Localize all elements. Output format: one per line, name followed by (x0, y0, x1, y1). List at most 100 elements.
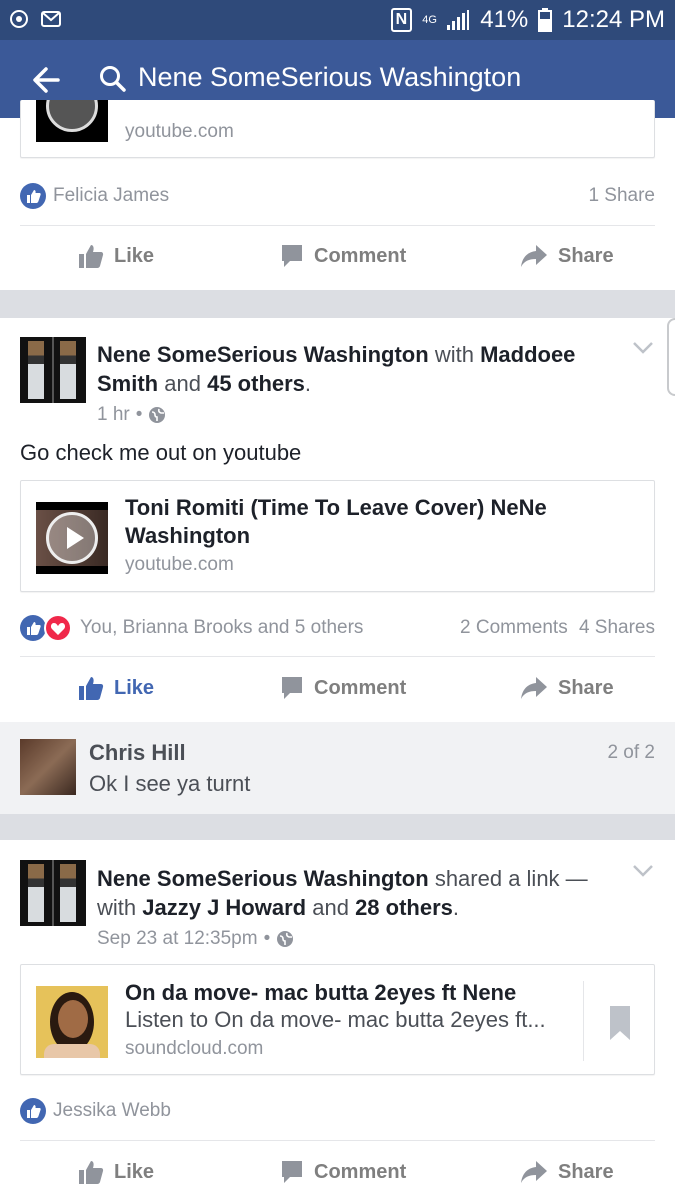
video-thumbnail (36, 502, 108, 574)
dot-separator: • (263, 928, 271, 949)
feed-separator (0, 290, 675, 318)
scroll-edge (667, 318, 675, 396)
tagged-others[interactable]: 45 others (207, 371, 305, 396)
clock: 12:24 PM (562, 6, 665, 33)
author-avatar[interactable] (20, 337, 86, 403)
link-domain: youtube.com (125, 554, 234, 575)
thumbs-up-icon (79, 1161, 104, 1184)
link-domain: youtube.com (125, 121, 234, 142)
like-button[interactable]: Like (78, 1159, 154, 1185)
share-count[interactable]: 4 Shares (579, 617, 655, 639)
author-avatar[interactable] (20, 860, 86, 926)
signal-icon (447, 10, 470, 30)
link-preview-card[interactable]: Toni Romiti (Time To Leave Cover) NeNe W… (20, 480, 655, 592)
bookmark-icon[interactable] (609, 1005, 631, 1041)
period: . (304, 371, 312, 396)
thumbs-up-icon (79, 677, 104, 700)
comment-label: Comment (314, 1160, 407, 1183)
reaction-summary[interactable]: Felicia James (20, 183, 169, 209)
link-preview-card[interactable]: youtube.com (20, 100, 655, 158)
link-domain: soundcloud.com (125, 1038, 264, 1059)
tagged-others[interactable]: 28 others (355, 895, 453, 920)
thumbs-up-icon (79, 245, 104, 268)
link-preview-card[interactable]: On da move- mac butta 2eyes ft Nene List… (20, 964, 655, 1075)
share-button[interactable]: Share (520, 243, 614, 269)
like-label: Like (114, 1160, 155, 1183)
comment-icon (282, 245, 302, 267)
divider (20, 1140, 655, 1141)
with-word: with (434, 342, 474, 367)
link-title: On da move- mac butta 2eyes ft Nene (125, 980, 517, 1005)
like-button[interactable]: Like (78, 243, 154, 269)
link-description: Listen to On da move- mac butta 2eyes ft… (125, 1007, 546, 1032)
share-arrow-icon (521, 677, 547, 699)
share-arrow-icon (521, 245, 547, 267)
post-timestamp[interactable]: Sep 23 at 12:35pm • (97, 928, 294, 950)
battery-icon (538, 8, 553, 32)
author-name[interactable]: Nene SomeSerious Washington (97, 342, 429, 367)
sync-icon (10, 10, 28, 28)
commenter-name[interactable]: Chris Hill (89, 740, 186, 766)
status-bar-right: N 4G 41% 12:24 PM (390, 6, 665, 34)
author-name[interactable]: Nene SomeSerious Washington (97, 866, 429, 891)
share-button[interactable]: Share (520, 675, 614, 701)
reaction-summary[interactable]: You, Brianna Brooks and 5 others (20, 614, 363, 642)
link-title: Toni Romiti (Time To Leave Cover) NeNe W… (125, 495, 547, 548)
chevron-down-icon[interactable] (632, 341, 654, 355)
gmail-icon (41, 11, 61, 27)
commenter-avatar[interactable] (20, 739, 76, 795)
share-label: Share (558, 676, 614, 699)
status-bar: N 4G 41% 12:24 PM (0, 0, 675, 40)
chevron-down-icon[interactable] (632, 864, 654, 878)
like-reaction-icon (20, 1098, 46, 1124)
video-thumbnail (36, 100, 108, 142)
with-word: with (97, 895, 137, 920)
comment-icon (282, 677, 302, 699)
soundcloud-thumbnail (36, 986, 108, 1058)
share-arrow-icon (521, 1161, 547, 1183)
like-reaction-icon (20, 615, 46, 641)
like-label: Like (114, 676, 155, 699)
comment-text: Ok I see ya turnt (89, 771, 251, 796)
card-divider (583, 981, 584, 1061)
like-button[interactable]: Like (78, 675, 154, 701)
back-arrow-icon[interactable] (28, 62, 64, 98)
share-label: Share (558, 244, 614, 267)
share-count[interactable]: 1 Share (588, 185, 655, 207)
reaction-names: Jessika Webb (53, 1100, 171, 1121)
like-label: Like (114, 244, 155, 267)
comment-button[interactable]: Comment (280, 1159, 406, 1185)
post-body: Go check me out on youtube (20, 440, 302, 465)
and-word: and (312, 895, 349, 920)
globe-icon (149, 407, 166, 423)
reaction-summary[interactable]: Jessika Webb (20, 1098, 171, 1124)
reaction-names: Felicia James (53, 185, 170, 206)
comment-button[interactable]: Comment (280, 243, 406, 269)
network-type: 4G (422, 13, 437, 26)
shared-link-text: shared a link — (434, 866, 588, 891)
comment-button[interactable]: Comment (280, 675, 406, 701)
comment-counter: 2 of 2 (607, 742, 655, 763)
comment-count[interactable]: 2 Comments (460, 617, 568, 639)
post-header: Nene SomeSerious Washington with Maddoee… (97, 340, 607, 398)
post-timestamp[interactable]: 1 hr • (97, 404, 166, 426)
post-header: Nene SomeSerious Washington shared a lin… (97, 864, 607, 922)
comment-preview[interactable]: Chris Hill Ok I see ya turnt 2 of 2 (0, 722, 675, 814)
dot-separator: • (135, 404, 143, 425)
and-word: and (164, 371, 201, 396)
share-button[interactable]: Share (520, 1159, 614, 1185)
nfc-icon: N (390, 8, 413, 32)
time-text: 1 hr (97, 404, 130, 425)
status-bar-left (8, 8, 62, 30)
share-label: Share (558, 1160, 614, 1183)
search-input[interactable]: Nene SomeSerious Washington (138, 62, 521, 93)
feed-separator (0, 814, 675, 840)
tagged-user[interactable]: Jazzy J Howard (142, 895, 306, 920)
battery-percent: 41% (480, 6, 529, 33)
like-reaction-icon (20, 183, 46, 209)
comment-label: Comment (314, 244, 407, 267)
search-icon (100, 66, 126, 92)
love-reaction-icon (44, 614, 72, 642)
comment-label: Comment (314, 676, 407, 699)
reaction-names: You, Brianna Brooks and 5 others (80, 617, 364, 638)
